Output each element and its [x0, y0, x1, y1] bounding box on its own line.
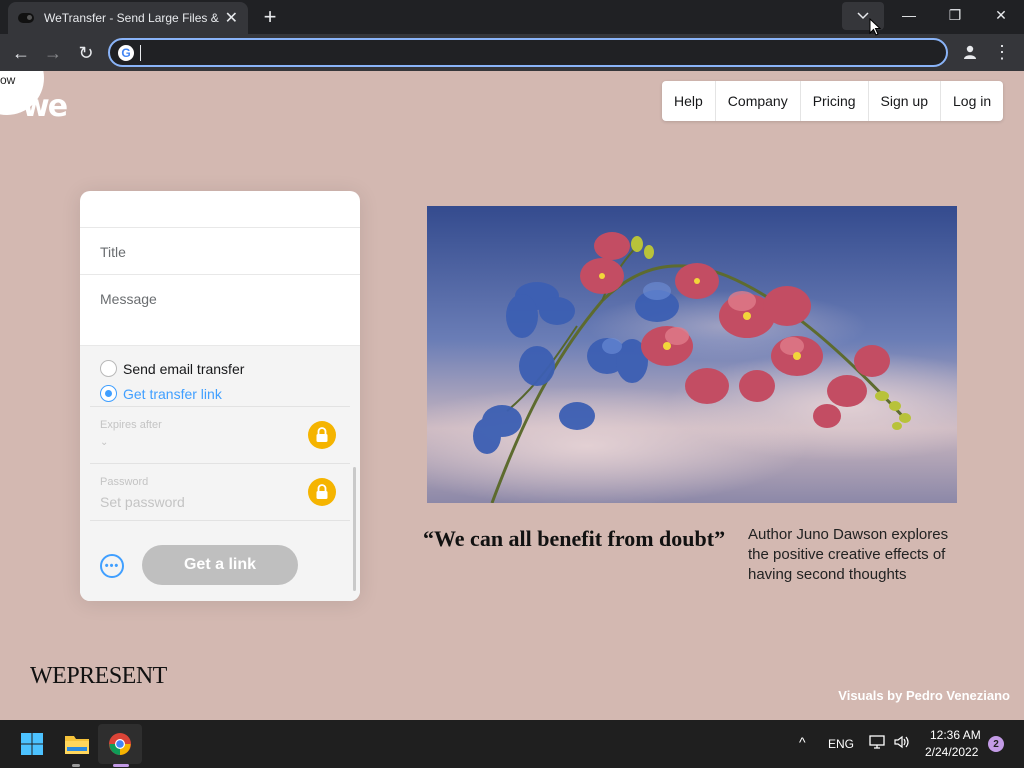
- active-indicator: [113, 764, 129, 767]
- tab-title: WeTransfer - Send Large Files & Share Ph…: [44, 11, 222, 25]
- volume-icon[interactable]: [893, 734, 911, 753]
- restore-button[interactable]: ❐: [932, 0, 978, 30]
- close-window-button[interactable]: ✕: [978, 0, 1024, 30]
- windows-taskbar: ^ ENG 12:36 AM 2/24/2022: [0, 720, 1024, 768]
- panel-top-row[interactable]: [80, 191, 360, 228]
- windows-start-icon[interactable]: [16, 728, 48, 760]
- option-get-link[interactable]: Get transfer link: [100, 385, 222, 402]
- profile-icon: [964, 45, 976, 59]
- transfer-panel: Title Message Send email transfer Get tr…: [80, 191, 360, 601]
- new-tab-button[interactable]: +: [258, 4, 282, 30]
- chevron-down-icon: [857, 12, 869, 20]
- notification-badge[interactable]: 2: [988, 736, 1004, 752]
- lock-icon[interactable]: [308, 421, 336, 449]
- browser-tab[interactable]: WeTransfer - Send Large Files & Share Ph…: [8, 2, 248, 34]
- password-placeholder: Set password: [100, 494, 185, 510]
- expires-field[interactable]: Expires after ⌄: [90, 406, 350, 463]
- feature-artwork-image[interactable]: [427, 206, 957, 503]
- logo-peek-text: ow: [0, 73, 16, 87]
- nav-help[interactable]: Help: [662, 81, 716, 121]
- radio-checked[interactable]: [100, 385, 117, 402]
- chevron-down-icon: ⌄: [100, 437, 109, 448]
- lock-icon[interactable]: [308, 478, 336, 506]
- file-explorer-icon[interactable]: [61, 728, 93, 760]
- nav-log-in[interactable]: Log in: [941, 81, 1003, 121]
- minimize-button[interactable]: —: [886, 0, 932, 30]
- tray-overflow-icon[interactable]: ^: [799, 734, 806, 750]
- title-placeholder: Title: [100, 244, 126, 260]
- text-caret: [140, 44, 141, 61]
- visuals-credit[interactable]: Visuals by Pedro Veneziano: [838, 688, 1010, 703]
- address-bar[interactable]: G: [108, 38, 948, 67]
- message-field[interactable]: Message: [80, 275, 360, 346]
- feature-quote[interactable]: “We can all benefit from doubt”: [423, 526, 725, 552]
- option-label: Get transfer link: [123, 385, 222, 402]
- wetransfer-logo[interactable]: we: [22, 89, 68, 124]
- language-indicator[interactable]: ENG: [828, 737, 854, 751]
- radio-unchecked[interactable]: [100, 360, 117, 377]
- clock-date[interactable]: 2/24/2022: [925, 745, 978, 759]
- top-navigation: Help Company Pricing Sign up Log in: [662, 81, 1004, 121]
- nav-sign-up[interactable]: Sign up: [869, 81, 941, 121]
- panel-scrollbar[interactable]: [353, 467, 356, 591]
- more-options-button[interactable]: •••: [100, 554, 124, 578]
- back-button[interactable]: ←: [8, 40, 34, 66]
- browser-toolbar: ← → ↻ G ⋮: [0, 34, 1024, 71]
- option-label: Send email transfer: [123, 360, 245, 377]
- profile-button[interactable]: [958, 40, 982, 64]
- forward-button[interactable]: →: [40, 40, 66, 66]
- chrome-icon[interactable]: [104, 728, 136, 760]
- wepresent-logo[interactable]: WEPRESENT: [30, 663, 167, 690]
- feature-byline[interactable]: Author Juno Dawson explores the positive…: [748, 525, 968, 585]
- option-send-email[interactable]: Send email transfer: [100, 360, 244, 377]
- wetransfer-favicon-icon: [18, 13, 34, 23]
- browser-menu-button[interactable]: ⋮: [992, 40, 1012, 64]
- nav-company[interactable]: Company: [716, 81, 801, 121]
- clock-time[interactable]: 12:36 AM: [930, 728, 981, 742]
- reload-button[interactable]: ↻: [73, 40, 99, 66]
- expires-label: Expires after: [100, 419, 162, 431]
- network-icon[interactable]: [869, 734, 887, 753]
- tab-close-icon[interactable]: ✕: [225, 8, 238, 28]
- google-icon: G: [118, 44, 134, 61]
- password-label: Password: [100, 476, 149, 488]
- nav-pricing[interactable]: Pricing: [801, 81, 869, 121]
- message-placeholder: Message: [100, 291, 157, 307]
- running-indicator: [72, 764, 80, 767]
- webpage: ow we Help Company Pricing Sign up Log i…: [0, 71, 1024, 720]
- mouse-cursor-icon: [869, 18, 881, 36]
- password-field[interactable]: Password Set password: [90, 463, 350, 520]
- title-field[interactable]: Title: [80, 228, 360, 275]
- divider: [90, 520, 350, 521]
- get-link-button[interactable]: Get a link: [142, 545, 298, 585]
